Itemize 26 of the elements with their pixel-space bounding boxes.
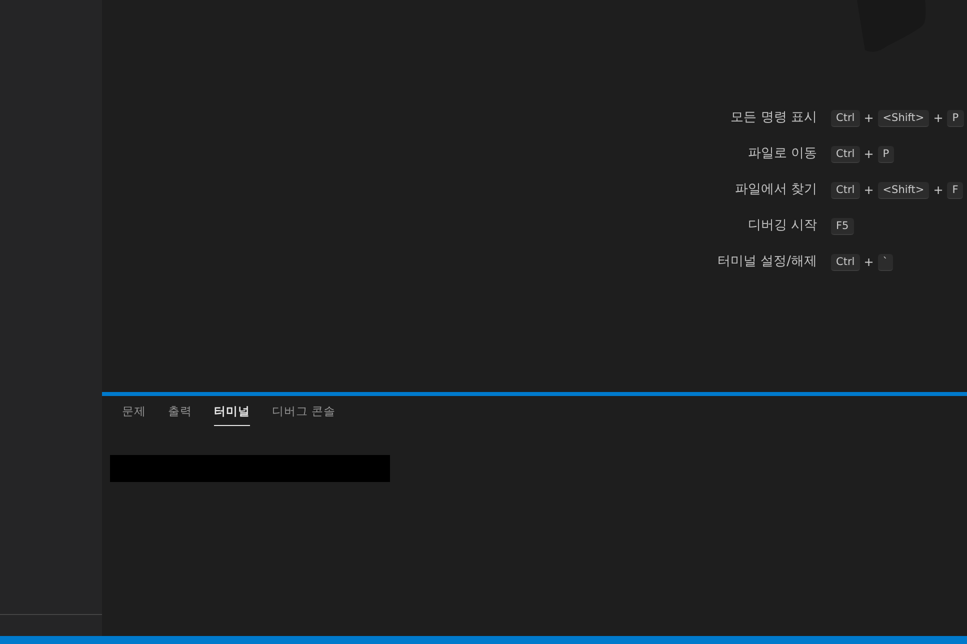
key-cap: Ctrl <box>831 254 860 270</box>
panel-tab[interactable]: 터미널 <box>214 396 250 426</box>
panel-tab[interactable]: 문제 <box>122 396 146 426</box>
key-cap: Ctrl <box>831 110 860 126</box>
plus-sign: + <box>864 183 874 197</box>
key-cap: <Shift> <box>878 110 930 126</box>
key-cap: <Shift> <box>878 182 930 198</box>
key-cap: F <box>947 182 964 198</box>
key-cap: F5 <box>831 218 854 234</box>
plus-sign: + <box>933 183 944 197</box>
key-cap: Ctrl <box>831 146 860 162</box>
plus-sign: + <box>864 111 874 125</box>
shortcut-label: 파일로 이동 <box>746 145 817 163</box>
plus-sign: + <box>864 255 874 269</box>
shortcut-label: 모든 명령 표시 <box>730 109 817 127</box>
key-cap: Ctrl <box>831 182 860 198</box>
key-cap: P <box>947 110 964 126</box>
plus-sign: + <box>864 147 874 161</box>
shortcut-label: 터미널 설정/해제 <box>716 253 817 271</box>
key-cap: P <box>878 146 894 162</box>
plus-sign: + <box>933 111 944 125</box>
panel-tab[interactable]: 디버그 콘솔 <box>272 396 336 426</box>
shortcut-label: 디버깅 시작 <box>746 217 817 235</box>
shortcut-label: 파일에서 찾기 <box>734 181 817 199</box>
panel-tab[interactable]: 출력 <box>168 396 192 426</box>
key-cap: ` <box>878 254 893 270</box>
